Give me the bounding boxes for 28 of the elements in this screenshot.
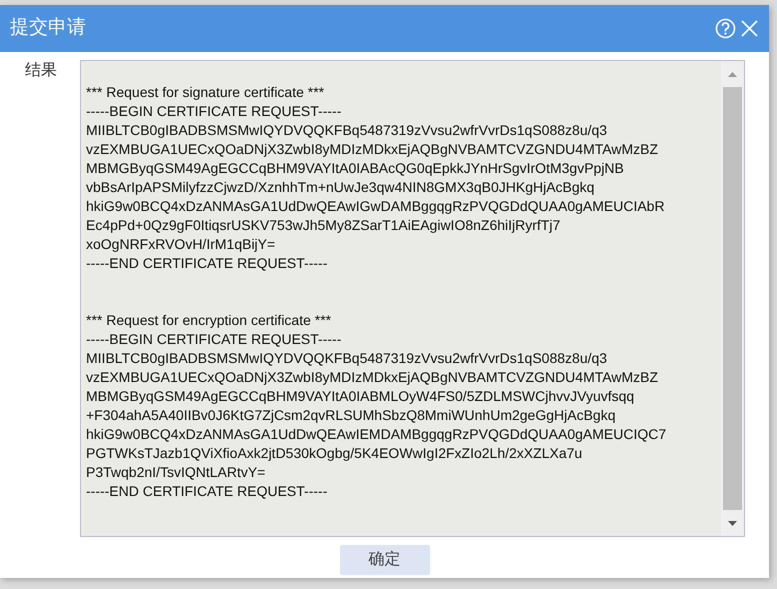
text-line: hkiG9w0BCQ4xDzANMAsGA1UdDwQEAwIGwDAMBggqgRzPVQGDdQUAA0gAMEUCIAbR: [86, 197, 666, 216]
text-line: vbBsArIpAPSMilyfzzCjwzD/XznhhTm+nUwJe3qw4NIN8GMX3qB0JHKgHjAcBgkq: [86, 178, 596, 197]
text-line: P3Twqb2nI/TsvIQNtLARtvY=: [86, 463, 266, 482]
field-label: 结果: [24, 60, 58, 81]
text-line: -----BEGIN CERTIFICATE REQUEST-----: [86, 102, 342, 121]
text-line: *** Request for encryption certificate ***: [86, 311, 332, 330]
text-line: -----BEGIN CERTIFICATE REQUEST-----: [86, 330, 342, 349]
text-line: MBMGByqGSM49AgEGCCqBHM9VAYItA0IABAcQG0qEpkkJYnHrSgvIrOtM3gvPpjNB: [86, 159, 625, 178]
scrollbar-thumb[interactable]: [723, 87, 742, 510]
text-line: MBMGByqGSM49AgEGCCqBHM9VAYItA0IABMLOyW4FS0/5ZDLMSWCjhvvJVyuvfsqq: [86, 387, 636, 406]
text-line: vzEXMBUGA1UECxQOaDNjX3ZwbI8yMDIzMDkxEjAQBgNVBAMTCVZGNDU4MTAwMzBZ: [86, 140, 660, 159]
text-line: *** Request for signature certificate ***: [86, 83, 326, 102]
scrollbar[interactable]: [721, 61, 744, 536]
text-line: +F304ahA5A40IIBv0J6KtG7ZjCsm2qvRLSUMhSbzQ8MmiWUnhUm2geGgHjAcBgkq: [86, 406, 616, 425]
text-line: MIIBLTCB0gIBADBSMSMwIQYDVQQKFBq5487319zVvsu2wfrVvrDs1qS088z8u/q3: [86, 349, 608, 368]
window-title: 提交申请: [10, 16, 86, 40]
text-line: -----END CERTIFICATE REQUEST-----: [86, 254, 328, 273]
help-icon[interactable]: [715, 18, 736, 39]
text-line: hkiG9w0BCQ4xDzANMAsGA1UdDwQEAwIEMDAMBggqgRzPVQGDdQUAA0gAMEUCIQC7: [86, 425, 668, 444]
text-line: PGTWKsTJazb1QViXfioAxk2jtD530kOgbg/5K4EOWwIgI2FxZIo2Lh/2xXZLXa7u: [86, 444, 584, 463]
text-line: MIIBLTCB0gIBADBSMSMwIQYDVQQKFBq5487319zVvsu2wfrVvrDs1qS088z8u/q3: [86, 121, 608, 140]
text-line: Ec4pPd+0Qz9gF0ItiqsrUSKV753wJh5My8ZSarT1AiEAgiwIO8nZ6hiIjRyrfTj7: [86, 216, 562, 235]
result-textarea[interactable]: [80, 60, 745, 537]
confirm-button[interactable]: 确定: [340, 545, 430, 575]
text-line: xoOgNRFxRVOvH/IrM1qBijY=: [86, 235, 276, 254]
close-icon[interactable]: [740, 19, 759, 38]
text-line: vzEXMBUGA1UECxQOaDNjX3ZwbI8yMDIzMDkxEjAQBgNVBAMTCVZGNDU4MTAwMzBZ: [86, 368, 660, 387]
text-line: -----END CERTIFICATE REQUEST-----: [86, 482, 328, 501]
